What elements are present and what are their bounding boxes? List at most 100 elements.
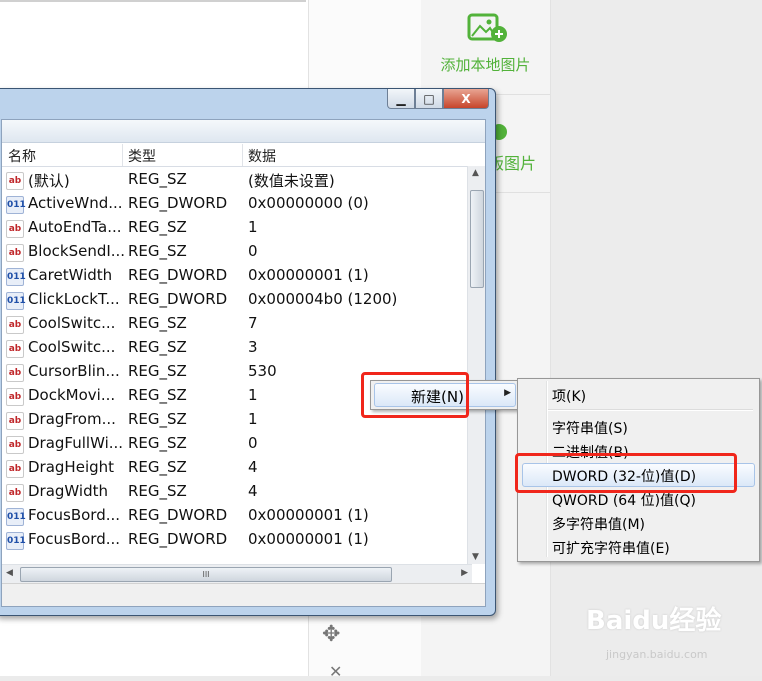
value-name: DragFrom... [28,410,116,428]
value-type: REG_SZ [128,242,187,260]
column-header-data[interactable]: 数据 [248,146,276,166]
value-data: (数值未设置) [248,172,335,190]
watermark-url: jingyan.baidu.com [606,648,708,661]
vertical-scrollbar[interactable]: ▲ ▼ [467,166,485,564]
value-name: CaretWidth [28,266,113,284]
maximize-button[interactable]: □ [415,89,443,109]
value-data: 1 [248,410,258,428]
value-type: REG_SZ [128,338,187,356]
value-data: 0x00000000 (0) [248,194,369,212]
add-local-image-label: 添加本地图片 [440,56,531,74]
submenu-item-expandable-string[interactable]: 可扩充字符串值(E) [552,538,670,558]
value-type: REG_DWORD [128,506,228,524]
value-name: CursorBlin... [28,362,120,380]
table-row[interactable]: ab CoolSwitc... REG_SZ 3 [2,336,472,360]
table-row[interactable]: ab DragHeight REG_SZ 4 [2,456,472,480]
column-header-name[interactable]: 名称 [8,146,36,166]
value-type: REG_SZ [128,458,187,476]
table-row[interactable]: ab DragWidth REG_SZ 4 [2,480,472,504]
value-data: 1 [248,218,258,236]
string-value-icon: ab [6,340,24,358]
window-controls: ▁ □ X [387,89,489,109]
scroll-left-icon[interactable]: ◀ [6,568,13,578]
status-bar [2,583,485,606]
list-header: 名称 类型 数据 [2,144,472,167]
vertical-scroll-thumb[interactable] [470,190,484,288]
binary-value-icon: 011 [6,196,26,214]
submenu-item-qword[interactable]: QWORD (64 位)值(Q) [552,490,696,510]
value-name: ActiveWnd... [28,194,123,212]
value-type: REG_DWORD [128,290,228,308]
highlight-box-dword [515,453,737,493]
value-data: 0x00000001 (1) [248,530,369,548]
registry-editor-window: ▁ □ X 名称 类型 数据 ab (默认) REG_SZ (数值未设置) 011 Act… [0,88,496,616]
table-row[interactable]: ab (默认) REG_SZ (数值未设置) [2,168,472,192]
value-type: REG_SZ [128,386,187,404]
move-icon[interactable]: ✥ [322,622,340,647]
close-button[interactable]: X [443,89,489,109]
close-icon[interactable]: ✕ [329,662,342,681]
binary-value-icon: 011 [6,508,26,526]
menu-separator [548,409,753,411]
value-type: REG_SZ [128,482,187,500]
horizontal-scroll-thumb[interactable]: III [20,567,392,582]
scroll-right-icon[interactable]: ▶ [461,568,468,578]
submenu-item-string[interactable]: 字符串值(S) [552,418,628,438]
table-row[interactable]: ab BlockSendI... REG_SZ 0 [2,240,472,264]
string-value-icon: ab [6,244,24,262]
submenu-item-multi-string[interactable]: 多字符串值(M) [552,514,645,534]
table-row[interactable]: 011 CaretWidth REG_DWORD 0x00000001 (1) [2,264,472,288]
table-row[interactable]: 011 ClickLockT... REG_DWORD 0x000004b0 (120… [2,288,472,312]
column-divider[interactable] [122,144,123,166]
binary-value-icon: 011 [6,292,26,310]
value-name: FocusBord... [28,530,121,548]
value-data: 0 [248,242,258,260]
table-row[interactable]: ab CoolSwitc... REG_SZ 7 [2,312,472,336]
value-type: REG_DWORD [128,530,228,548]
binary-value-icon: 011 [6,268,26,286]
table-row[interactable]: ab AutoEndTa... REG_SZ 1 [2,216,472,240]
value-name: BlockSendI... [28,242,126,260]
value-data: 1 [248,386,258,404]
string-value-icon: ab [6,172,24,190]
value-type: REG_SZ [128,362,187,380]
string-value-icon: ab [6,388,24,406]
menu-bar [2,120,485,143]
value-type: REG_DWORD [128,194,228,212]
table-row[interactable]: 011 FocusBord... REG_DWORD 0x00000001 (1) [2,504,472,528]
value-data: 3 [248,338,258,356]
value-type: REG_SZ [128,434,187,452]
table-row[interactable]: ab DragFullWi... REG_SZ 0 [2,432,472,456]
highlight-box-new [361,372,469,418]
chevron-right-icon: ▶ [504,388,511,398]
value-type: REG_SZ [128,410,187,428]
value-data: 530 [248,362,277,380]
value-data: 0x000004b0 (1200) [248,290,398,308]
value-data: 7 [248,314,258,332]
value-type: REG_DWORD [128,266,228,284]
column-divider[interactable] [242,144,243,166]
value-pane: 名称 类型 数据 ab (默认) REG_SZ (数值未设置) 011 ActiveWnd… [1,119,486,607]
minimize-button[interactable]: ▁ [387,89,415,109]
scroll-down-icon[interactable]: ▼ [472,552,479,562]
column-header-type[interactable]: 类型 [128,146,156,166]
value-name: CoolSwitc... [28,338,116,356]
string-value-icon: ab [6,484,24,502]
add-local-image-button[interactable]: 添加本地图片 [421,10,550,75]
value-data: 0x00000001 (1) [248,266,369,284]
string-value-icon: ab [6,460,24,478]
string-value-icon: ab [6,316,24,334]
string-value-icon: ab [6,364,24,382]
value-data: 0x00000001 (1) [248,506,369,524]
value-list: ab (默认) REG_SZ (数值未设置) 011 ActiveWnd... REG_DW… [2,168,472,552]
horizontal-scrollbar[interactable]: ◀ III ▶ [2,564,472,583]
scroll-up-icon[interactable]: ▲ [472,168,479,178]
right-area [551,0,762,676]
submenu-item-key[interactable]: 项(K) [552,386,586,406]
string-value-icon: ab [6,436,24,454]
value-data: 4 [248,482,258,500]
table-row[interactable]: 011 ActiveWnd... REG_DWORD 0x00000000 (0) [2,192,472,216]
value-name: DragFullWi... [28,434,124,452]
string-value-icon: ab [6,220,24,238]
table-row[interactable]: 011 FocusBord... REG_DWORD 0x00000001 (1) [2,528,472,552]
